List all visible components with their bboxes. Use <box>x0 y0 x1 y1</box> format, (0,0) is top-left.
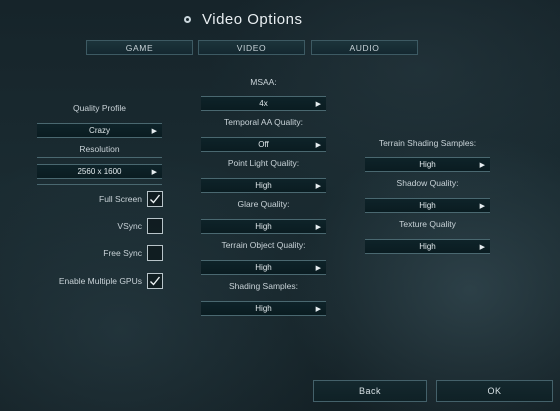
enable-multiple-gpus-label: Enable Multiple GPUs <box>58 276 142 286</box>
page-title-row: Video Options <box>184 9 302 29</box>
terrain-object-quality-dropdown[interactable]: High ▶ <box>201 260 326 275</box>
free-sync-label: Free Sync <box>103 248 142 258</box>
tab-game[interactable]: GAME <box>86 40 193 55</box>
shadow-quality-label: Shadow Quality: <box>396 178 459 188</box>
checkmark-icon <box>150 276 161 286</box>
checkmark-icon <box>150 194 161 204</box>
terrain-shading-samples-value: High <box>419 160 436 169</box>
msaa-value: 4x <box>259 99 268 108</box>
resolution-dropdown[interactable]: 2560 x 1600 ▶ <box>37 164 162 179</box>
terrain-shading-samples-dropdown[interactable]: High ▶ <box>365 157 490 172</box>
terrain-object-quality-value: High <box>255 263 272 272</box>
full-screen-label: Full Screen <box>99 194 142 204</box>
tab-video[interactable]: VIDEO <box>198 40 305 55</box>
quality-profile-label: Quality Profile <box>73 103 126 113</box>
msaa-dropdown[interactable]: 4x ▶ <box>201 96 326 111</box>
texture-quality-dropdown[interactable]: High ▶ <box>365 239 490 254</box>
msaa-label: MSAA: <box>250 77 277 87</box>
glare-quality-dropdown[interactable]: High ▶ <box>201 219 326 234</box>
glare-quality-value: High <box>255 222 272 231</box>
shading-samples-label: Shading Samples: <box>229 281 298 291</box>
triangle-right-icon: ▶ <box>315 183 321 190</box>
temporal-aa-quality-dropdown[interactable]: Off ▶ <box>201 137 326 152</box>
full-screen-checkbox[interactable] <box>147 191 163 207</box>
triangle-right-icon: ▶ <box>479 162 485 169</box>
triangle-right-icon: ▶ <box>315 306 321 313</box>
quality-profile-dropdown[interactable]: Crazy ▶ <box>37 123 162 138</box>
shading-samples-value: High <box>255 304 272 313</box>
ok-button[interactable]: OK <box>436 380 553 402</box>
vsync-label: VSync <box>117 221 142 231</box>
point-light-quality-dropdown[interactable]: High ▶ <box>201 178 326 193</box>
temporal-aa-quality-value: Off <box>258 140 269 149</box>
point-light-quality-value: High <box>255 181 272 190</box>
ring-icon <box>184 16 191 23</box>
triangle-right-icon: ▶ <box>479 244 485 251</box>
back-button[interactable]: Back <box>313 380 427 402</box>
terrain-shading-samples-label: Terrain Shading Samples: <box>378 138 477 148</box>
triangle-right-icon: ▶ <box>315 142 321 149</box>
triangle-right-icon: ▶ <box>151 128 157 135</box>
page-title: Video Options <box>202 10 303 28</box>
shading-samples-dropdown[interactable]: High ▶ <box>201 301 326 316</box>
divider <box>37 157 162 158</box>
point-light-quality-label: Point Light Quality: <box>227 158 300 168</box>
texture-quality-value: High <box>419 242 436 251</box>
shadow-quality-dropdown[interactable]: High ▶ <box>365 198 490 213</box>
glare-quality-label: Glare Quality: <box>237 199 290 209</box>
triangle-right-icon: ▶ <box>151 169 157 176</box>
terrain-object-quality-label: Terrain Object Quality: <box>221 240 306 250</box>
resolution-value: 2560 x 1600 <box>77 167 122 176</box>
enable-multiple-gpus-checkbox[interactable] <box>147 273 163 289</box>
triangle-right-icon: ▶ <box>315 224 321 231</box>
quality-profile-value: Crazy <box>89 126 110 135</box>
triangle-right-icon: ▶ <box>315 101 321 108</box>
resolution-label: Resolution <box>79 144 120 154</box>
free-sync-checkbox[interactable] <box>147 245 163 261</box>
tab-audio[interactable]: AUDIO <box>311 40 418 55</box>
vsync-checkbox[interactable] <box>147 218 163 234</box>
texture-quality-label: Texture Quality <box>399 219 456 229</box>
divider <box>37 184 162 185</box>
triangle-right-icon: ▶ <box>479 203 485 210</box>
temporal-aa-quality-label: Temporal AA Quality: <box>224 117 303 127</box>
triangle-right-icon: ▶ <box>315 265 321 272</box>
shadow-quality-value: High <box>419 201 436 210</box>
